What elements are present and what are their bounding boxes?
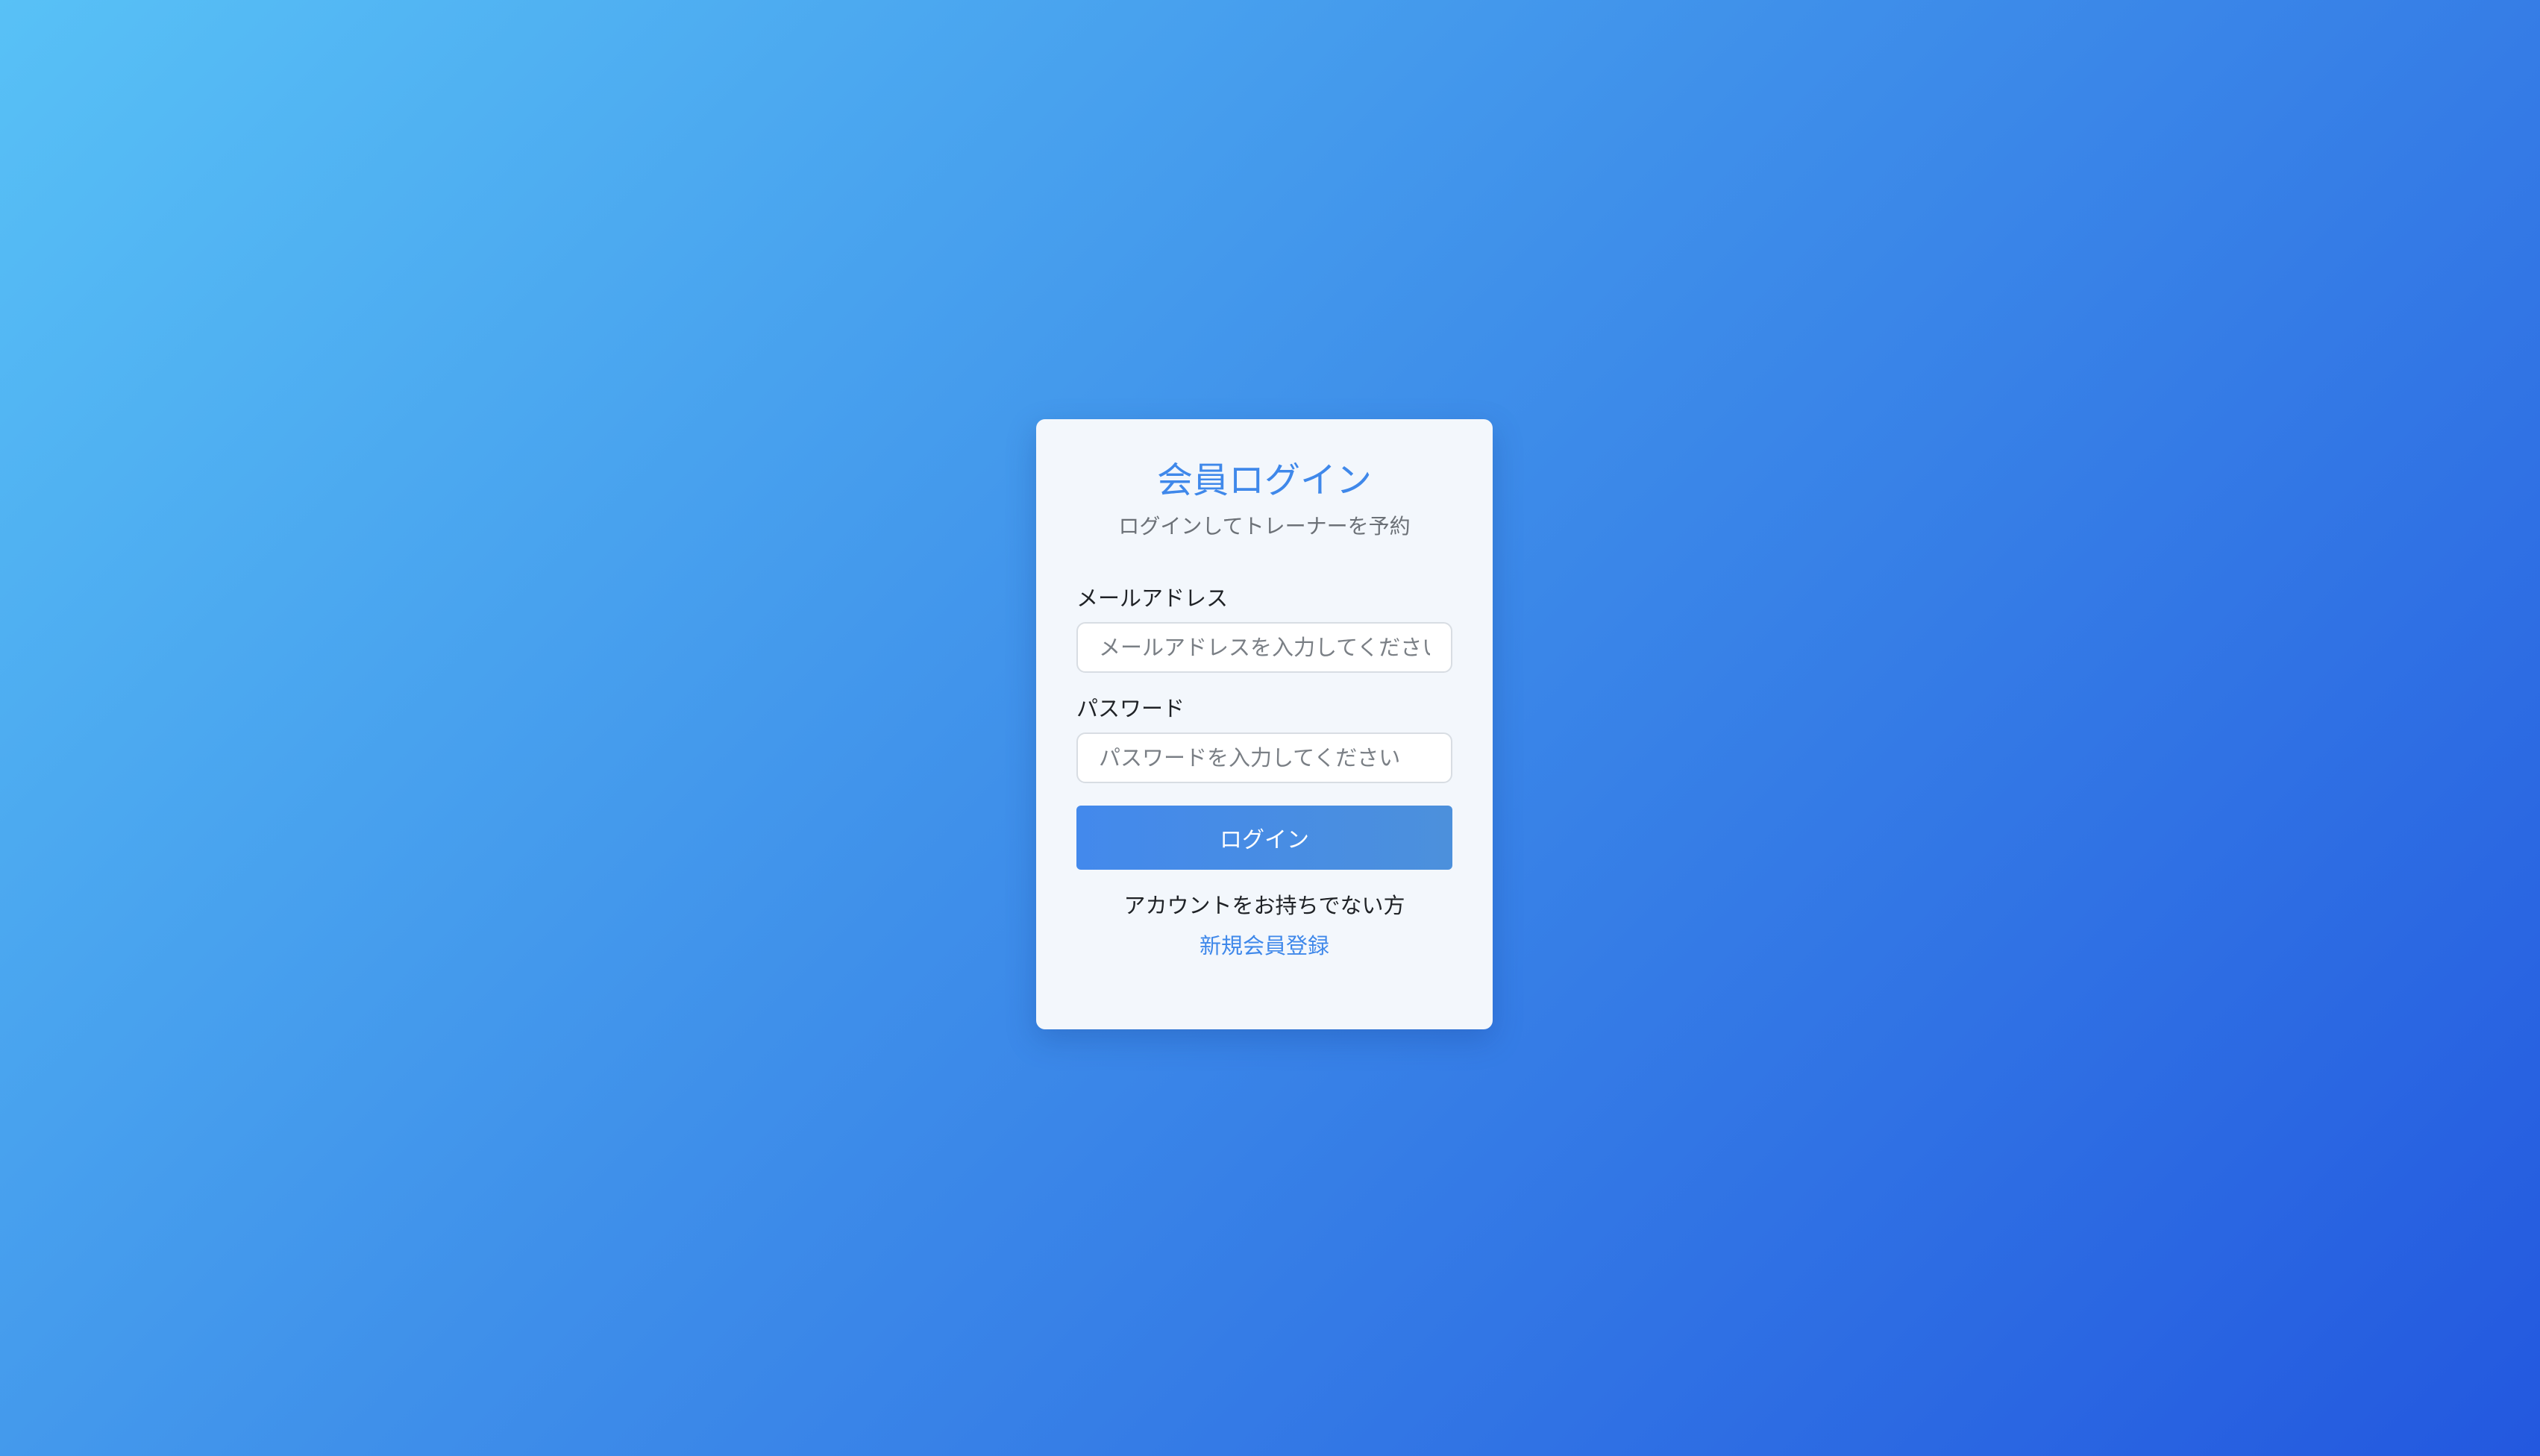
page-subtitle: ログインしてトレーナーを予約 [1118,514,1411,539]
login-button[interactable]: ログイン [1076,806,1452,870]
email-field[interactable] [1076,622,1452,673]
no-account-text: アカウントをお持ちでない方 [1123,893,1405,918]
register-link[interactable]: 新規会員登録 [1076,932,1452,959]
page-title: 会員ログイン [1156,459,1372,501]
login-card: 会員ログイン ログインしてトレーナーを予約 メールアドレス パスワード ログイン… [1036,419,1493,1029]
password-label: パスワード [1076,696,1185,721]
password-field[interactable] [1076,732,1452,783]
email-label: メールアドレス [1076,586,1229,611]
